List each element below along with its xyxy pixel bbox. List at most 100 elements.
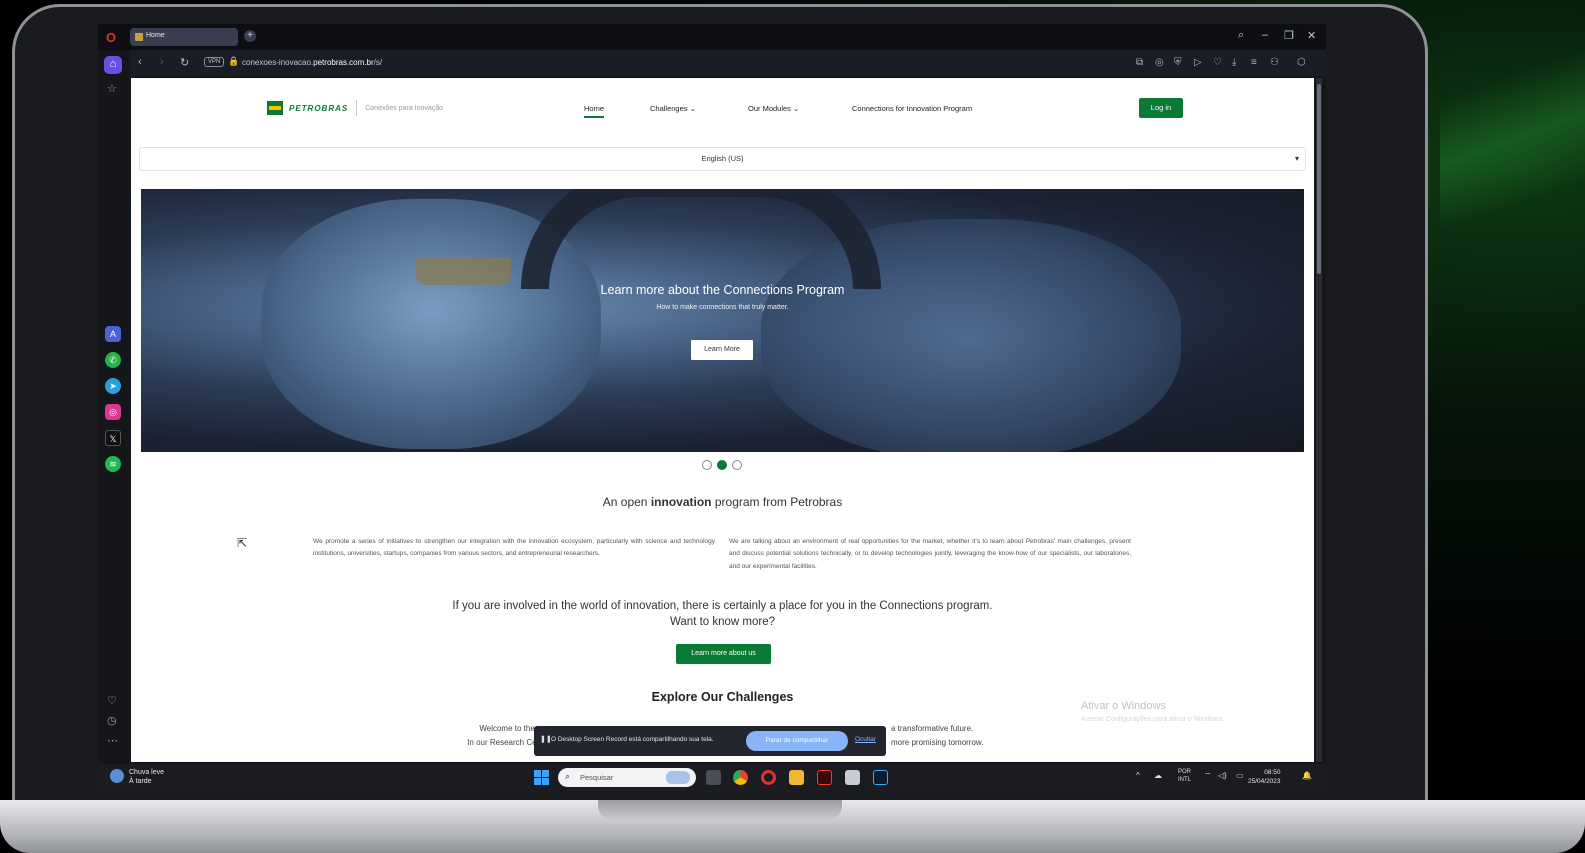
whatsapp-icon[interactable]: ✆: [105, 352, 121, 368]
volume-icon[interactable]: ◁): [1218, 771, 1227, 780]
onedrive-icon[interactable]: ☁: [1154, 771, 1162, 780]
back-icon[interactable]: ‹: [138, 56, 142, 68]
tab-title: Home: [146, 32, 165, 39]
history-icon[interactable]: ◷: [107, 714, 117, 727]
hero-learn-more-button[interactable]: Learn More: [691, 340, 753, 360]
shield-icon[interactable]: ⛨: [1174, 57, 1182, 68]
keyboard-language[interactable]: POR INTL: [1178, 768, 1191, 785]
vpn-badge[interactable]: VPN: [204, 57, 225, 67]
illustrator-icon[interactable]: [817, 770, 832, 785]
home-icon[interactable]: ⌂: [104, 56, 122, 74]
carousel-indicators: [702, 460, 742, 470]
windows-taskbar: Chuva leve À tarde ⌕ Pesquisar ^ ☁ POR I…: [98, 764, 1326, 792]
battery-icon[interactable]: ▭: [1236, 771, 1244, 780]
telegram-icon[interactable]: ➤: [105, 378, 121, 394]
laptop-screen: O Home + ⌕ – ❐ ✕ ‹ › ↻ VPN 🔒 conexoes-in…: [98, 24, 1326, 792]
carousel-dot-2[interactable]: [717, 460, 727, 470]
address-bar: ‹ › ↻ VPN 🔒 conexoes-inovacao.petrobras.…: [98, 50, 1326, 76]
taskbar-search-input[interactable]: ⌕ Pesquisar: [558, 768, 696, 787]
stop-sharing-button[interactable]: Parar de compartilhar: [746, 731, 848, 751]
mouse-cursor-icon: ⇱: [237, 536, 248, 550]
reload-icon[interactable]: ↻: [180, 56, 189, 69]
lock-icon[interactable]: 🔒: [228, 56, 239, 67]
heart-toolbar-icon[interactable]: ♡: [1213, 57, 1222, 68]
login-button[interactable]: Log in: [1139, 98, 1183, 118]
search-highlight-icon: [666, 771, 690, 784]
background-glow: [1440, 0, 1585, 280]
opera-logo-icon[interactable]: O: [106, 30, 116, 45]
hide-share-bar-link[interactable]: Ocultar: [855, 736, 876, 743]
minimize-button[interactable]: –: [1262, 29, 1268, 41]
webpage: PETROBRAS Conexões para Inovação Home Ch…: [131, 78, 1314, 762]
screen-share-bar: ❚❚ O Desktop Screen Record está comparti…: [534, 726, 886, 756]
pause-icon: ❚❚: [540, 736, 552, 743]
hero-glasses-frame: [521, 189, 881, 289]
chrome-icon[interactable]: [733, 770, 748, 785]
weather-rain-icon[interactable]: [110, 769, 124, 783]
nav-our-modules[interactable]: Our Modules ⌄: [748, 104, 799, 113]
cta-question: If you are involved in the world of inno…: [452, 600, 993, 629]
spotify-icon[interactable]: ≋: [105, 456, 121, 472]
aria-icon[interactable]: A: [105, 326, 121, 342]
instagram-icon[interactable]: ◎: [105, 404, 121, 420]
windows-activation-subtitle: Acesse Configurações para ativar o Windo…: [1081, 716, 1225, 723]
opera-sidebar: ⌂ ☆ A ✆ ➤ ◎ 𝕏 ≋ ♡ ◷ ⋯: [98, 50, 130, 766]
menu-icon[interactable]: ≡: [1251, 57, 1257, 68]
star-icon[interactable]: ☆: [107, 82, 117, 95]
language-select[interactable]: English (US) ▾: [139, 147, 1306, 171]
explore-text-left: Welcome to the v In our Research Cen: [467, 724, 541, 747]
profile-icon[interactable]: ⚇: [1270, 57, 1279, 68]
laptop-notch: [598, 800, 842, 820]
browser-tab-home[interactable]: Home: [130, 28, 238, 46]
hero-subtitle: How to make connections that truly matte…: [656, 304, 789, 311]
tab-search-icon[interactable]: ⌕: [1238, 29, 1244, 42]
learn-more-about-us-button[interactable]: Learn more about us: [676, 644, 771, 664]
photoshop-icon[interactable]: [873, 770, 888, 785]
close-button[interactable]: ✕: [1307, 29, 1316, 42]
logo-divider: [356, 100, 358, 116]
language-value: English (US): [701, 154, 744, 163]
opera-taskbar-icon[interactable]: [761, 770, 776, 785]
explore-text-right: a transformative future. more promising …: [891, 724, 984, 747]
nav-challenges[interactable]: Challenges ⌄: [650, 104, 696, 113]
new-tab-button[interactable]: +: [244, 30, 256, 42]
carousel-dot-1[interactable]: [702, 460, 712, 470]
hero-ship: [416, 257, 511, 285]
search-icon: ⌕: [565, 771, 571, 781]
camera-icon[interactable]: ◎: [1155, 57, 1164, 68]
heart-icon[interactable]: ♡: [107, 694, 117, 707]
nav-home[interactable]: Home: [584, 104, 605, 118]
x-icon[interactable]: 𝕏: [105, 430, 121, 446]
petrobras-logo[interactable]: PETROBRAS Conexões para Inovação: [267, 100, 443, 116]
chevron-down-icon: ⌄: [689, 104, 696, 113]
file-explorer-icon[interactable]: [789, 770, 804, 785]
favicon-icon: [135, 33, 143, 41]
carousel-dot-3[interactable]: [732, 460, 742, 470]
weather-widget[interactable]: Chuva leve À tarde: [129, 768, 164, 786]
extensions-icon[interactable]: ⬡: [1297, 57, 1306, 68]
restore-button[interactable]: ❐: [1284, 29, 1294, 42]
search-placeholder: Pesquisar: [580, 773, 614, 782]
page-scrollbar-thumb[interactable]: [1317, 84, 1321, 274]
url-field[interactable]: conexoes-inovacao.petrobras.com.br/s/: [242, 58, 382, 67]
task-view-icon[interactable]: [706, 770, 721, 785]
download-icon[interactable]: ⤓: [1232, 57, 1236, 68]
more-icon[interactable]: ⋯: [107, 734, 118, 747]
snapshot-icon[interactable]: ⧉: [1136, 57, 1143, 68]
browser-titlebar: O Home + ⌕ – ❐ ✕: [98, 24, 1326, 50]
caret-down-icon: ▾: [1294, 154, 1299, 163]
intro-paragraph-left: We promote a series of initiatives to st…: [313, 538, 715, 558]
tray-chevron-icon[interactable]: ^: [1136, 771, 1140, 780]
brand-name: PETROBRAS: [289, 103, 349, 113]
nav-connections-program[interactable]: Connections for Innovation Program: [852, 104, 972, 113]
notification-bell-icon[interactable]: 🔔: [1302, 771, 1312, 780]
clock[interactable]: 08:50 25/04/2023: [1248, 768, 1281, 786]
forward-icon[interactable]: ›: [160, 56, 164, 68]
share-message: O Desktop Screen Record está compartilha…: [551, 736, 714, 743]
screen-record-icon[interactable]: [845, 770, 860, 785]
play-icon[interactable]: ▷: [1194, 57, 1202, 68]
windows-start-icon[interactable]: [534, 770, 549, 785]
hero-title: Learn more about the Connections Program: [600, 283, 845, 297]
wifi-icon[interactable]: ⌔: [1204, 771, 1212, 781]
intro-paragraph-right: We are talking about an environment of r…: [729, 538, 1131, 570]
